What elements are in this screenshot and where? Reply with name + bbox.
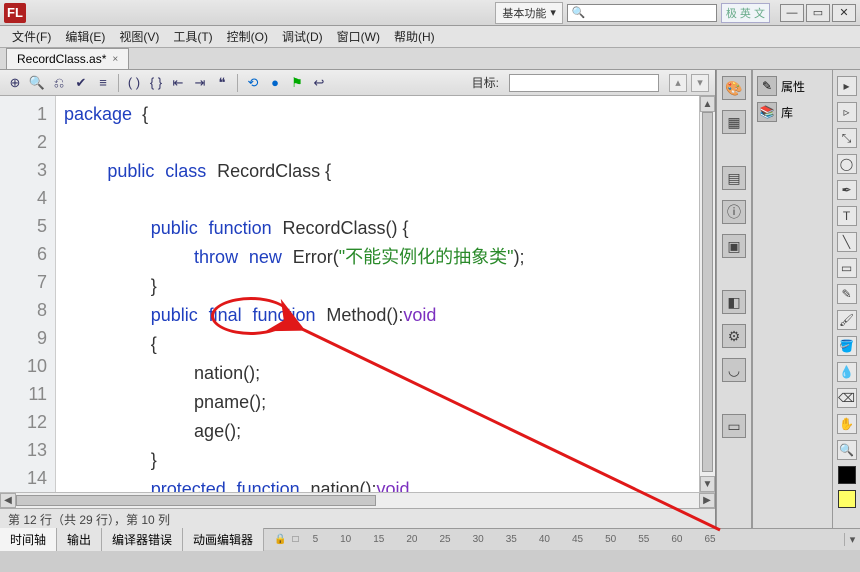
tab-output[interactable]: 输出 (57, 528, 102, 551)
maximize-button[interactable]: ▭ (806, 4, 830, 22)
panel-dock-right: ✎ 属性 📚 库 (752, 70, 832, 528)
library-panel-tab[interactable]: 📚 库 (757, 102, 828, 122)
motion-panel-icon[interactable]: ◡ (722, 358, 746, 382)
menu-window[interactable]: 窗口(W) (331, 26, 386, 47)
zoom-tool-icon[interactable]: 🔍 (837, 440, 857, 460)
library-icon: 📚 (757, 102, 777, 122)
collapse-icon[interactable]: { } (147, 74, 165, 92)
bucket-tool-icon[interactable]: 🪣 (837, 336, 857, 356)
properties-icon: ✎ (757, 76, 777, 96)
info-panel-icon[interactable]: ⓘ (722, 200, 746, 224)
app-logo: FL (4, 3, 26, 23)
debug-icon[interactable]: ⟲ (244, 74, 262, 92)
swatches-panel-icon[interactable]: ▦ (722, 110, 746, 134)
nav-up-icon[interactable]: ▴ (669, 74, 687, 92)
comment-icon[interactable]: ❝ (213, 74, 231, 92)
color-panel-icon[interactable]: 🎨 (722, 76, 746, 100)
menu-help[interactable]: 帮助(H) (388, 26, 441, 47)
brush-tool-icon[interactable]: 🖌 (837, 310, 857, 330)
status-bar: 第 12 行（共 29 行），第 10 列 (0, 508, 715, 528)
tab-compiler-errors[interactable]: 编译器错误 (102, 528, 183, 551)
tools-panel: ▸ ▹ ⤡ ◯ ✒ T ╲ ▭ ✎ 🖌 🪣 💧 ⌫ ✋ 🔍 (832, 70, 860, 528)
bookmark-icon[interactable]: ⚑ (288, 74, 306, 92)
menu-edit[interactable]: 编辑(E) (59, 26, 111, 47)
components-panel-icon[interactable]: ◧ (722, 290, 746, 314)
scroll-left-icon[interactable]: ◀ (0, 493, 16, 508)
timeline-ruler: 🔒□ 5 10 15 20 25 30 35 40 45 50 55 60 65 (264, 534, 844, 545)
menu-view[interactable]: 视图(V) (113, 26, 165, 47)
transform-panel-icon[interactable]: ▣ (722, 234, 746, 258)
workspace-label: 基本功能 (502, 5, 546, 21)
wrap-icon[interactable]: ↩ (310, 74, 328, 92)
horizontal-scrollbar[interactable]: ◀ ▶ (0, 492, 715, 508)
selection-tool-icon[interactable]: ▸ (837, 76, 857, 96)
behaviors-panel-icon[interactable]: ⚙ (722, 324, 746, 348)
menu-file[interactable]: 文件(F) (6, 26, 57, 47)
brace-icon[interactable]: ( ) (125, 74, 143, 92)
code-editor-area: ⊕ 🔍 ⎌ ✔ ≡ ( ) { } ⇤ ⇥ ❝ ⟲ ● ⚑ ↩ 目标: ▴ ▾ … (0, 70, 716, 528)
hint-icon[interactable]: ⎌ (50, 74, 68, 92)
lasso-tool-icon[interactable]: ◯ (837, 154, 857, 174)
subselect-tool-icon[interactable]: ▹ (837, 102, 857, 122)
format-icon[interactable]: ≡ (94, 74, 112, 92)
project-panel-icon[interactable]: ▭ (722, 414, 746, 438)
search-icon: 🔍 (572, 6, 586, 19)
hscroll-thumb[interactable] (16, 495, 376, 506)
line-tool-icon[interactable]: ╲ (837, 232, 857, 252)
scroll-thumb[interactable] (702, 112, 713, 472)
fill-swatch[interactable] (838, 490, 856, 508)
vertical-scrollbar[interactable]: ▲ ▼ (699, 96, 715, 492)
tab-motion-editor[interactable]: 动画编辑器 (183, 528, 264, 551)
minimize-button[interactable]: — (780, 4, 804, 22)
title-bar: FL 基本功能 ▾ 🔍 极 英 文 — ▭ ✕ (0, 0, 860, 26)
bottom-panel-tabs: 时间轴 输出 编译器错误 动画编辑器 🔒□ 5 10 15 20 25 30 3… (0, 528, 860, 550)
outdent-icon[interactable]: ⇤ (169, 74, 187, 92)
rect-tool-icon[interactable]: ▭ (837, 258, 857, 278)
align-panel-icon[interactable]: ▤ (722, 166, 746, 190)
pen-tool-icon[interactable]: ✒ (837, 180, 857, 200)
menu-debug[interactable]: 调试(D) (276, 26, 329, 47)
workspace-dropdown[interactable]: 基本功能 ▾ (495, 2, 563, 24)
text-tool-icon[interactable]: T (837, 206, 857, 226)
scroll-up-icon[interactable]: ▲ (700, 96, 715, 112)
menu-tools[interactable]: 工具(T) (167, 26, 218, 47)
document-tab[interactable]: RecordClass.as* × (6, 48, 129, 69)
scroll-down-icon[interactable]: ▼ (700, 476, 715, 492)
code-toolbar: ⊕ 🔍 ⎌ ✔ ≡ ( ) { } ⇤ ⇥ ❝ ⟲ ● ⚑ ↩ 目标: ▴ ▾ (0, 70, 715, 96)
breakpoint-icon[interactable]: ● (266, 74, 284, 92)
check-icon[interactable]: ✔ (72, 74, 90, 92)
panel-dock-left: 🎨 ▦ ▤ ⓘ ▣ ◧ ⚙ ◡ ▭ (716, 70, 752, 528)
close-button[interactable]: ✕ (832, 4, 856, 22)
menu-bar: 文件(F) 编辑(E) 视图(V) 工具(T) 控制(O) 调试(D) 窗口(W… (0, 26, 860, 48)
hand-tool-icon[interactable]: ✋ (837, 414, 857, 434)
free-transform-tool-icon[interactable]: ⤡ (837, 128, 857, 148)
nav-down-icon[interactable]: ▾ (691, 74, 709, 92)
search-input[interactable]: 🔍 (567, 4, 717, 22)
line-gutter: 123 456 789 101112 131415 (0, 96, 56, 492)
scroll-right-icon[interactable]: ▶ (699, 493, 715, 508)
properties-panel-tab[interactable]: ✎ 属性 (757, 76, 828, 96)
panel-menu-icon[interactable]: ▾ (844, 533, 860, 546)
find-icon[interactable]: 🔍 (28, 74, 46, 92)
target-combo[interactable] (509, 74, 659, 92)
pencil-tool-icon[interactable]: ✎ (837, 284, 857, 304)
code-content[interactable]: package { public class RecordClass { pub… (56, 96, 699, 492)
document-tab-bar: RecordClass.as* × (0, 48, 860, 70)
stroke-swatch[interactable] (838, 466, 856, 484)
ime-badge: 极 英 文 (721, 3, 770, 23)
indent-icon[interactable]: ⇥ (191, 74, 209, 92)
chevron-down-icon: ▾ (550, 6, 556, 19)
add-icon[interactable]: ⊕ (6, 74, 24, 92)
menu-control[interactable]: 控制(O) (221, 26, 274, 47)
target-label: 目标: (472, 74, 499, 91)
close-icon[interactable]: × (112, 54, 118, 65)
eraser-tool-icon[interactable]: ⌫ (837, 388, 857, 408)
eyedropper-tool-icon[interactable]: 💧 (837, 362, 857, 382)
tab-timeline[interactable]: 时间轴 (0, 528, 57, 551)
tab-label: RecordClass.as* (17, 52, 106, 66)
